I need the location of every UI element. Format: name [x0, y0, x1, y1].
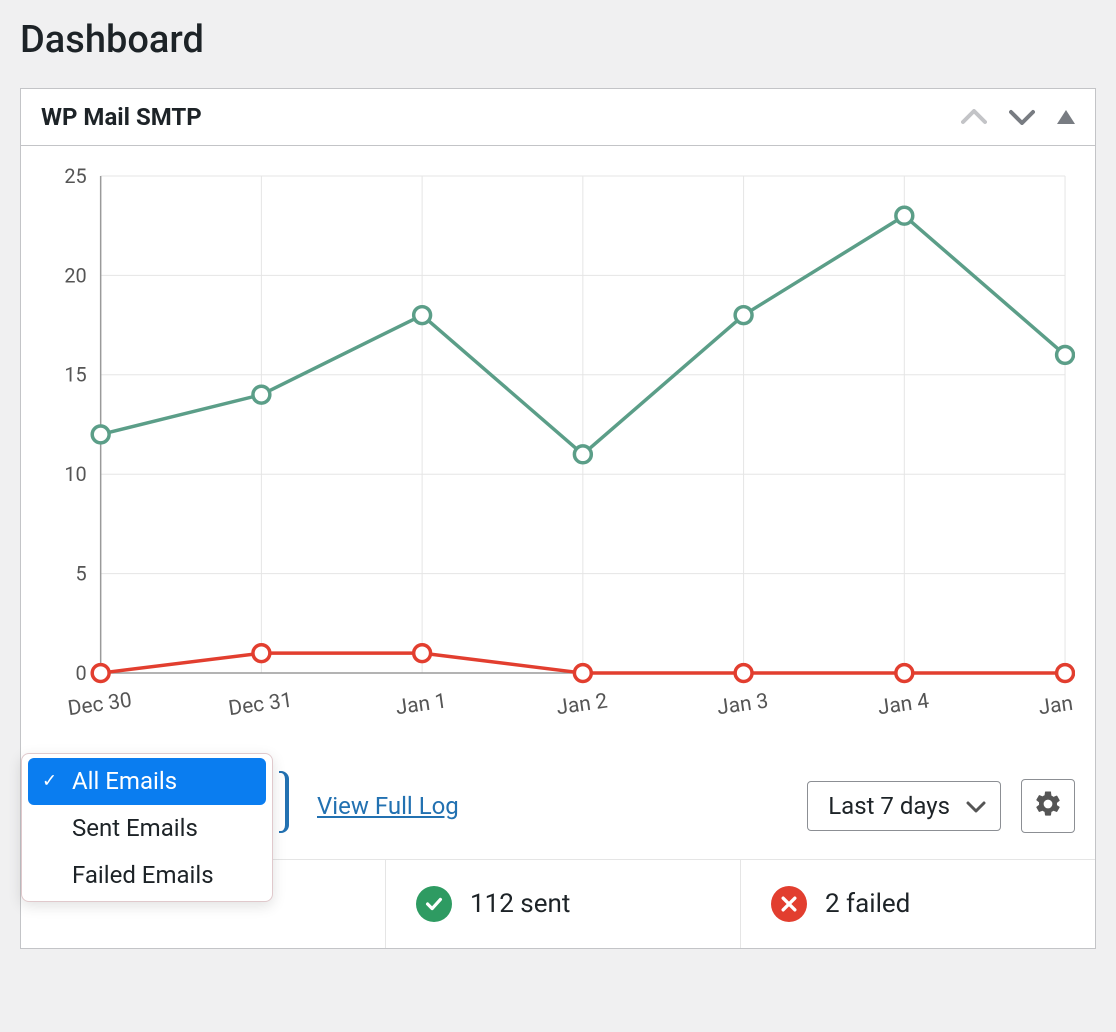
filter-option-label: Failed Emails [72, 861, 214, 889]
filter-option-label: All Emails [72, 767, 177, 795]
check-circle-icon [416, 886, 452, 922]
wp-mail-smtp-widget: WP Mail SMTP 0 5 10 15 20 25 Dec 30 Dec 31 Jan 1… [20, 88, 1096, 949]
svg-text:20: 20 [64, 264, 86, 287]
gear-icon [1033, 789, 1063, 822]
stat-failed-label: 2 failed [825, 889, 910, 919]
page-title: Dashboard [20, 18, 1096, 62]
svg-text:5: 5 [76, 563, 87, 586]
filter-dropdown[interactable]: ✓ All Emails Sent Emails Failed Emails [21, 753, 273, 903]
x-circle-icon [771, 886, 807, 922]
move-down-icon[interactable] [1009, 109, 1035, 125]
move-up-icon[interactable] [961, 109, 987, 125]
collapse-icon[interactable] [1057, 110, 1075, 124]
filter-option-all-emails[interactable]: ✓ All Emails [28, 758, 266, 805]
email-chart: 0 5 10 15 20 25 Dec 30 Dec 31 Jan 1 Jan 2 Jan 3 Jan… [21, 146, 1095, 753]
svg-text:10: 10 [64, 463, 86, 486]
widget-title: WP Mail SMTP [41, 103, 202, 131]
widget-toolbar: ✓ All Emails Sent Emails Failed Emails V… [21, 753, 1095, 860]
stat-sent-cell: 112 sent [386, 860, 741, 948]
svg-text:15: 15 [64, 364, 86, 387]
check-icon: ✓ [42, 770, 57, 793]
date-range-select[interactable]: Last 7 days [807, 781, 1001, 831]
chart-canvas: 0 5 10 15 20 25 Dec 30 Dec 31 Jan 1 Jan 2 Jan 3 Jan… [41, 166, 1075, 743]
filter-option-sent-emails[interactable]: Sent Emails [22, 805, 272, 852]
filter-option-label: Sent Emails [72, 814, 198, 842]
chevron-down-icon [966, 792, 986, 820]
stat-failed-cell: 2 failed [741, 860, 1095, 948]
svg-text:Dec 31: Dec 31 [227, 689, 294, 722]
svg-text:Jan 3: Jan 3 [716, 689, 770, 720]
svg-text:Jan 2: Jan 2 [555, 689, 609, 720]
svg-text:Dec 30: Dec 30 [66, 689, 133, 722]
widget-header: WP Mail SMTP [21, 89, 1095, 146]
stat-sent-label: 112 sent [470, 889, 570, 919]
svg-text:25: 25 [64, 166, 86, 188]
date-range-label: Last 7 days [828, 792, 950, 820]
svg-text:Jan 1: Jan 1 [394, 689, 448, 720]
svg-text:0: 0 [76, 662, 87, 685]
filter-option-failed-emails[interactable]: Failed Emails [22, 852, 272, 899]
settings-button[interactable] [1021, 779, 1075, 833]
svg-text:Jan 4: Jan 4 [876, 689, 930, 720]
svg-text:Jan 5: Jan 5 [1037, 689, 1075, 720]
filter-select-border [279, 771, 289, 833]
widget-header-controls [961, 109, 1075, 125]
view-full-log-link[interactable]: View Full Log [317, 792, 459, 820]
